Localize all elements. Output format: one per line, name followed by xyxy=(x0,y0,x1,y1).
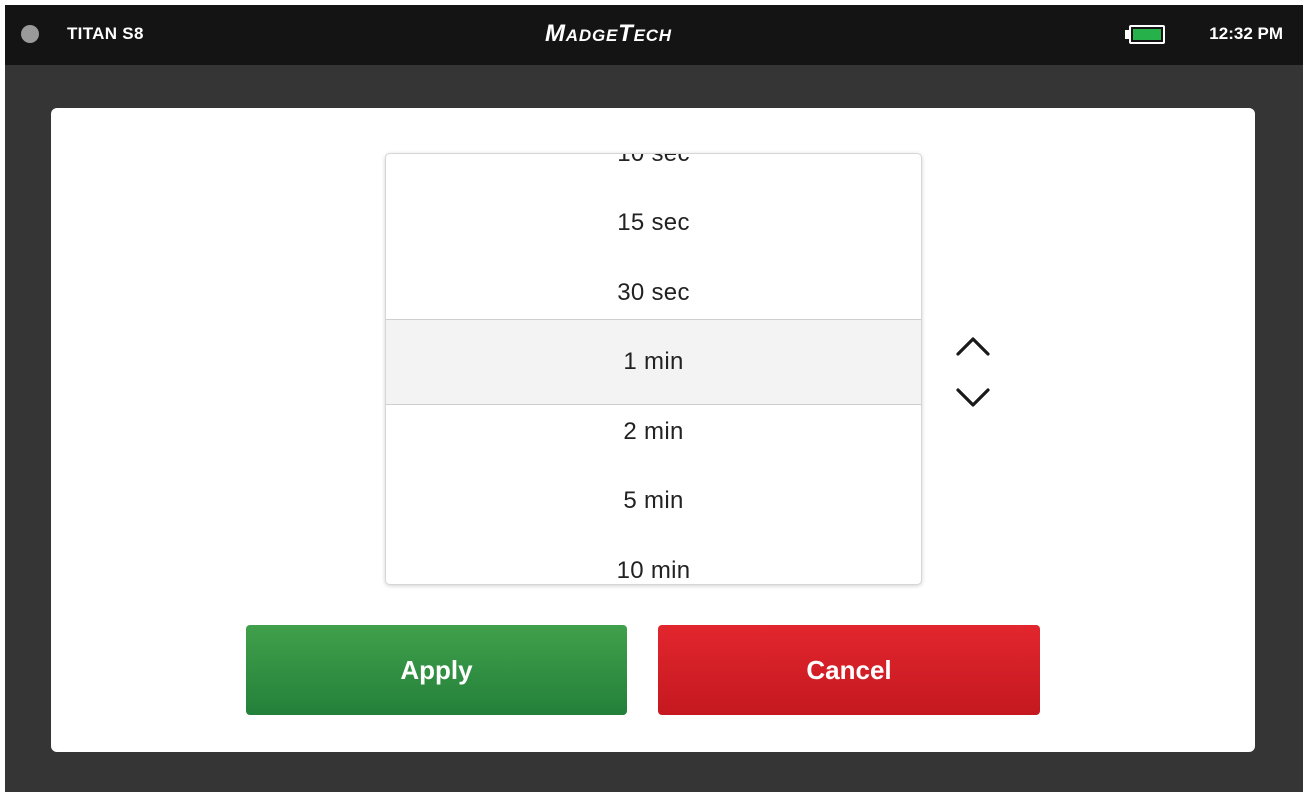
picker-option[interactable]: 15 sec xyxy=(386,188,921,257)
picker-option[interactable]: 30 sec xyxy=(386,258,921,327)
status-dot-icon xyxy=(21,25,39,43)
chevron-down-icon[interactable] xyxy=(954,387,992,411)
chevron-up-icon[interactable] xyxy=(954,333,992,357)
picker-option[interactable]: 1 min xyxy=(386,319,921,405)
device-screen: TITAN S8 MadgeTech 12:32 PM 10 sec 15 se… xyxy=(5,5,1303,792)
picker-option[interactable]: 10 min xyxy=(386,536,921,585)
cancel-button[interactable]: Cancel xyxy=(658,625,1040,715)
picker-option[interactable]: 5 min xyxy=(386,466,921,535)
apply-button[interactable]: Apply xyxy=(246,625,627,715)
interval-dialog: 10 sec 15 sec 30 sec 1 min 2 min 5 min 1… xyxy=(51,108,1255,752)
status-bar: TITAN S8 MadgeTech 12:32 PM xyxy=(5,5,1303,65)
battery-level-fill xyxy=(1133,29,1161,40)
interval-picker[interactable]: 10 sec 15 sec 30 sec 1 min 2 min 5 min 1… xyxy=(385,153,922,585)
picker-option[interactable]: 10 sec xyxy=(386,154,921,188)
brand-logo: MadgeTech xyxy=(545,20,672,47)
device-name: TITAN S8 xyxy=(67,24,144,43)
picker-option[interactable]: 2 min xyxy=(386,397,921,466)
battery-icon xyxy=(1125,25,1165,44)
clock: 12:32 PM xyxy=(1209,24,1283,43)
